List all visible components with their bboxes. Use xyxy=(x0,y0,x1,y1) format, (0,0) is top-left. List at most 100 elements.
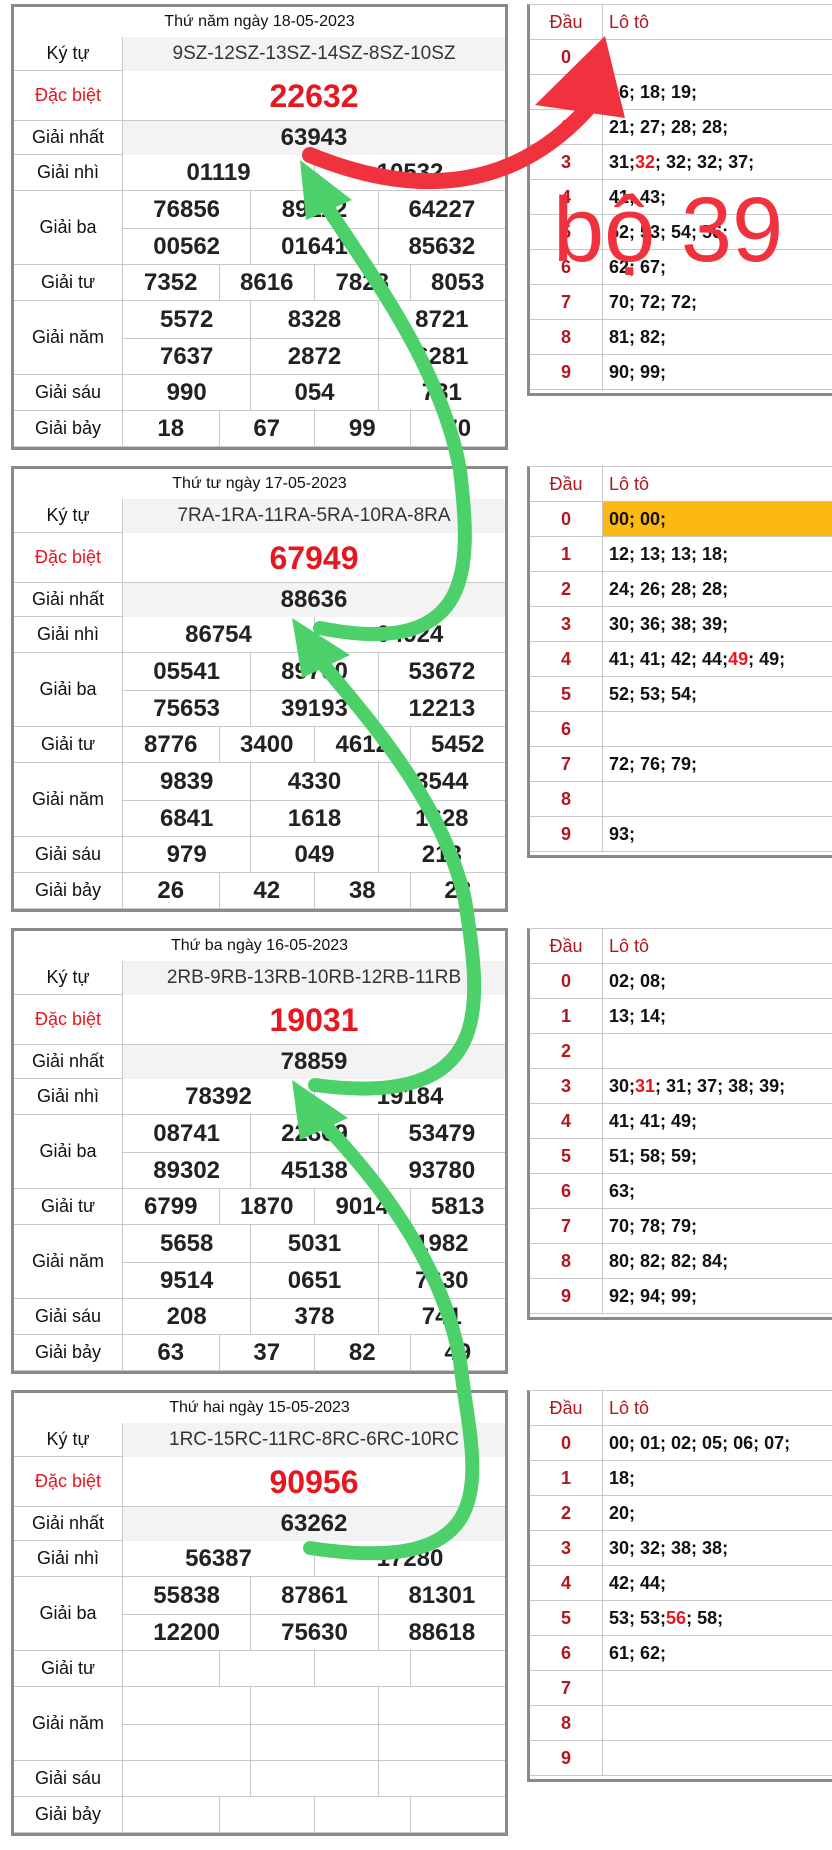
loto-row: 4 41; 41; 49; xyxy=(530,1104,832,1139)
prize-number: 37 xyxy=(218,1335,315,1371)
dau-digit: 3 xyxy=(530,1069,603,1103)
dau-digit: 3 xyxy=(530,145,603,179)
loto-header-label: Lô tô xyxy=(609,935,650,956)
loto-values: 13; 14; xyxy=(603,999,832,1033)
loto-numbers: 18; xyxy=(609,1467,636,1488)
prize-row-giai-ba: Giải ba 05541 89700 53672 75653 39193 12213 xyxy=(14,653,505,727)
prize-number: 8776 xyxy=(144,731,198,758)
prize-number: 1982 xyxy=(377,1225,505,1262)
prize-number: 89112 xyxy=(250,191,377,228)
prize-row-dac-biet: Đặc biệt 19031 xyxy=(14,995,505,1045)
prize-label: Giải nhì xyxy=(14,1541,123,1576)
loto-row: 8 80; 82; 82; 84; xyxy=(530,1244,832,1279)
prize-number: 8053 xyxy=(409,265,506,301)
loto-numbers: 52; 53; 54; 56; xyxy=(609,221,729,242)
dau-header: Đầu xyxy=(530,1391,603,1425)
prize-label: Ký tự xyxy=(14,499,123,532)
prize-number: 56387 xyxy=(185,1545,252,1572)
loto-numbers: 63; xyxy=(609,1180,636,1201)
prize-number: 70 xyxy=(409,411,506,447)
prize-values: 990 054 731 xyxy=(123,375,505,411)
prize-number xyxy=(123,1724,251,1761)
loto-row: 3 30; 31; 31; 37; 38; 39; xyxy=(530,1069,832,1104)
prize-number xyxy=(314,1797,410,1833)
prize-row-giai-nam: Giải năm xyxy=(14,1687,505,1761)
prize-number xyxy=(218,1797,315,1833)
prize-row-giai-nhat: Giải nhất 88636 xyxy=(14,583,505,617)
loto-row: 3 31; 32; 32; 32; 37; xyxy=(530,145,832,180)
loto-values: 63; xyxy=(603,1174,832,1208)
loto-values: 30; 31; 31; 37; 38; 39; xyxy=(603,1069,832,1103)
prize-number xyxy=(250,1687,377,1724)
loto-row: 8 xyxy=(530,1706,832,1741)
loto-values: 52; 53; 54; xyxy=(603,677,832,711)
dau-digit: 8 xyxy=(530,1244,603,1278)
prize-values xyxy=(123,1797,505,1833)
loto-numbers: 41; 41; 49; xyxy=(609,1110,698,1131)
prize-values xyxy=(123,1651,506,1687)
loto-row: 0 02; 08; xyxy=(530,964,832,999)
prize-label: Đặc biệt xyxy=(14,533,123,582)
prize-label: Giải sáu xyxy=(14,837,123,872)
prize-number: 76856 xyxy=(153,195,221,223)
dau-digit: 6 xyxy=(530,1636,603,1670)
prize-number: 741 xyxy=(377,1299,505,1335)
prize-values: 6799 1870 9014 5813 xyxy=(123,1189,505,1225)
loto-numbers: 30; 32; 38; 38; xyxy=(609,1537,729,1558)
prize-label: Giải nhất xyxy=(14,583,123,616)
results-date-title: Thứ hai ngày 15-05-2023 xyxy=(14,1393,505,1424)
prize-row-giai-tu: Giải tư 8776 3400 4612 5452 xyxy=(14,727,505,763)
loto-row: 3 30; 36; 38; 39; xyxy=(530,607,832,642)
prize-number xyxy=(409,1651,506,1687)
prize-label: Giải sáu xyxy=(14,1299,123,1334)
prize-row-giai-nhat: Giải nhất 78859 xyxy=(14,1045,505,1079)
loto-row: 7 72; 76; 79; xyxy=(530,747,832,782)
dau-digit: 5 xyxy=(530,1139,603,1173)
prize-number: 00562 xyxy=(123,228,251,265)
prize-number: 6281 xyxy=(377,338,505,375)
prize-number: 10532 xyxy=(314,155,505,191)
loto-header: Đầu Lô tô xyxy=(530,1391,832,1426)
loto-values: 31; 32; 32; 32; 37; xyxy=(603,145,832,179)
prize-number: 9014 xyxy=(314,1189,410,1225)
dau-digit: 9 xyxy=(530,355,603,389)
loto-values xyxy=(603,1706,832,1740)
dau-digit: 2 xyxy=(530,1034,603,1068)
prize-number: 9SZ-12SZ-13SZ-14SZ-8SZ-10SZ xyxy=(123,37,505,71)
prize-number xyxy=(218,1651,315,1687)
loto-values: 70; 72; 72; xyxy=(603,285,832,319)
dau-digit: 8 xyxy=(530,1706,603,1740)
loto-numbers: 42; 44; xyxy=(609,1572,667,1593)
prize-number: 208 xyxy=(166,1303,207,1330)
prize-label: Giải ba xyxy=(14,1115,123,1188)
loto-row: 7 70; 78; 79; xyxy=(530,1209,832,1244)
prize-row-dac-biet: Đặc biệt 67949 xyxy=(14,533,505,583)
prize-number: 9839 xyxy=(159,767,214,795)
prize-values: 67949 xyxy=(123,533,505,582)
prize-number xyxy=(123,1687,250,1724)
prize-number: 12213 xyxy=(377,690,505,727)
prize-row-giai-nam: Giải năm 5658 5031 1982 9514 0651 7630 xyxy=(14,1225,505,1299)
prize-label: Giải năm xyxy=(14,1225,123,1298)
prize-number xyxy=(377,1724,505,1761)
dau-digit: 7 xyxy=(530,1671,603,1705)
prize-number: 9514 xyxy=(123,1262,251,1299)
prize-number: 42 xyxy=(218,873,315,909)
prize-row-giai-ba: Giải ba 76856 89112 64227 00562 01641 85632 xyxy=(14,191,505,265)
prize-number: 19184 xyxy=(314,1079,505,1115)
prize-values: 78859 xyxy=(123,1045,505,1079)
loto-values: 20; xyxy=(603,1496,832,1530)
loto-values xyxy=(603,712,832,746)
prize-row-giai-bay: Giải bảy 63 37 82 49 xyxy=(14,1335,505,1371)
prize-number: 7637 xyxy=(123,338,251,375)
loto-values: 41; 43; xyxy=(603,180,832,214)
dau-digit: 0 xyxy=(530,964,603,998)
prize-label: Đặc biệt xyxy=(14,1457,123,1506)
dau-digit: 6 xyxy=(530,250,603,284)
prize-values: 9SZ-12SZ-13SZ-14SZ-8SZ-10SZ xyxy=(123,37,505,71)
prize-values: 63 37 82 49 xyxy=(123,1335,505,1371)
prize-number: 99 xyxy=(314,411,410,447)
prize-values xyxy=(123,1687,505,1761)
loto-row: 6 xyxy=(530,712,832,747)
prize-values: 05541 89700 53672 75653 39193 12213 xyxy=(123,653,505,727)
